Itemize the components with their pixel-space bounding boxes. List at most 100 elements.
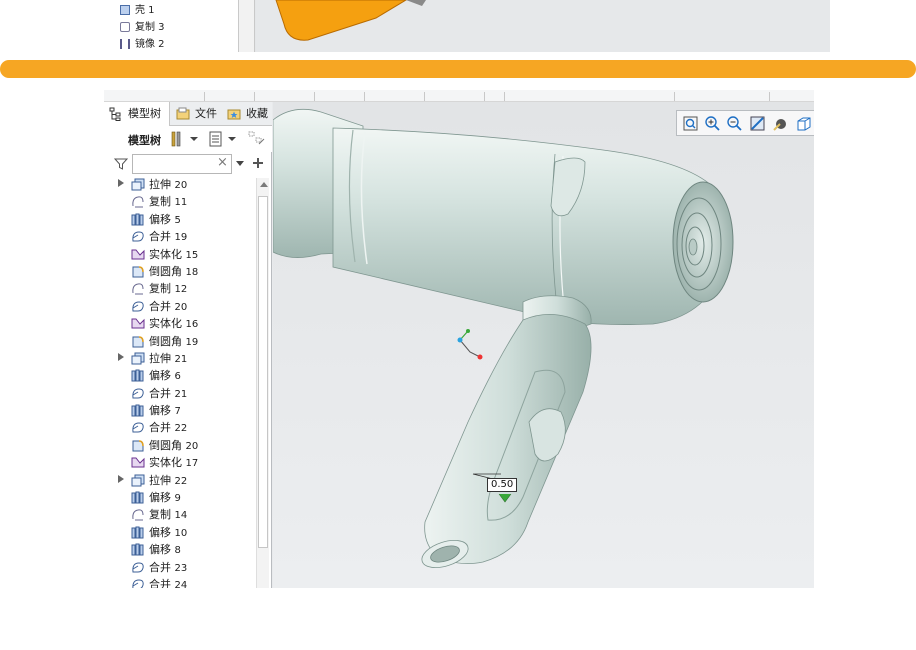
tree-item[interactable]: 复制 11 (104, 193, 256, 210)
tree-item[interactable]: 偏移 5 (104, 211, 256, 228)
tree-item[interactable]: 偏移 9 (104, 489, 256, 506)
expand-arrow-icon[interactable] (118, 179, 124, 187)
favorites-icon (227, 109, 241, 120)
extrude-icon (130, 473, 146, 488)
graphics-viewport[interactable]: 0.50 (273, 102, 814, 588)
tree-item[interactable]: 合并 24 (104, 576, 256, 588)
model-tree-toolbar: 模型树 (104, 126, 272, 152)
ribbon-edge (104, 90, 814, 102)
copy-icon (130, 194, 146, 209)
tree-item[interactable]: 实体化 16 (104, 315, 256, 332)
tree-item-label: 偏移 8 (149, 543, 181, 557)
tree-item[interactable]: 合并 19 (104, 228, 256, 245)
merge-icon (130, 420, 146, 435)
solidify-icon (130, 455, 146, 470)
tree-item[interactable]: 合并 21 (104, 385, 256, 402)
tree-item-label: 合并 20 (149, 299, 188, 313)
tree-item[interactable]: 拉伸 20 (104, 176, 256, 193)
top-tree-item[interactable]: 复制 3 (120, 18, 165, 33)
tree-item[interactable]: 偏移 10 (104, 524, 256, 541)
top-viewport[interactable] (256, 0, 830, 52)
merge-icon (130, 299, 146, 314)
tree-item[interactable]: 偏移 7 (104, 402, 256, 419)
tree-filter-icon[interactable] (247, 131, 267, 147)
hair-dryer-model (273, 108, 734, 569)
tree-item[interactable]: 合并 22 (104, 419, 256, 436)
tree-item-label: 偏移 9 (149, 491, 181, 505)
tree-item[interactable]: 倒圆角 19 (104, 333, 256, 350)
extrude-icon (130, 351, 146, 366)
cad-window: 模型树 文件 收藏 模型树 × 拉伸 20 复制 11 偏移 5 合并 19 实… (104, 90, 814, 588)
tab-favorites[interactable]: 收藏 (222, 102, 272, 126)
tree-scrollbar[interactable] (256, 178, 269, 588)
tree-item[interactable]: 拉伸 22 (104, 472, 256, 489)
offset-icon (130, 212, 146, 227)
merge-icon (130, 560, 146, 575)
tree-item-label: 合并 19 (149, 230, 188, 244)
tree-item-label: 实体化 17 (149, 456, 199, 470)
tree-item[interactable]: 复制 12 (104, 280, 256, 297)
tree-item[interactable]: 偏移 8 (104, 541, 256, 558)
round-icon (130, 264, 146, 279)
dimension-label[interactable]: 0.50 (487, 478, 518, 492)
chevron-down-icon[interactable] (235, 160, 245, 168)
copy-icon (120, 22, 130, 32)
top-tree-item[interactable]: 镜像 2 (120, 35, 165, 50)
tree-item-label: 合并 21 (149, 386, 188, 400)
round-icon (130, 334, 146, 349)
tree-item[interactable]: 实体化 15 (104, 246, 256, 263)
tree-item-label: 复制 12 (149, 282, 188, 296)
tree-item-label: 偏移 7 (149, 404, 181, 418)
tree-item-label: 复制 11 (149, 195, 188, 209)
tree-item-label: 拉伸 22 (149, 473, 188, 487)
panel-tabs: 模型树 文件 收藏 (104, 102, 272, 126)
settings-tools-icon[interactable] (170, 131, 200, 147)
tree-item[interactable]: 合并 20 (104, 298, 256, 315)
folder-icon (176, 107, 190, 120)
tree-item[interactable]: 复制 14 (104, 506, 256, 523)
tree-item[interactable]: 倒圆角 20 (104, 437, 256, 454)
feature-tree-list: 拉伸 20 复制 11 偏移 5 合并 19 实体化 15 倒圆角 18 复制 12 合并 2… (104, 176, 256, 588)
tree-item[interactable]: 实体化 17 (104, 454, 256, 471)
round-icon (130, 438, 146, 453)
scroll-up-icon[interactable] (260, 182, 268, 187)
solidify-icon (130, 247, 146, 262)
tab-files[interactable]: 文件 (171, 102, 221, 126)
tree-item-label: 偏移 5 (149, 212, 181, 226)
add-icon[interactable] (252, 157, 264, 169)
tree-item[interactable]: 倒圆角 18 (104, 263, 256, 280)
tree-item[interactable]: 偏移 6 (104, 367, 256, 384)
offset-icon (130, 490, 146, 505)
expand-arrow-icon[interactable] (118, 474, 124, 483)
merge-icon (130, 386, 146, 401)
tree-item-label: 倒圆角 20 (149, 438, 199, 452)
model-tree-panel: 模型树 文件 收藏 模型树 × 拉伸 20 复制 11 偏移 5 合并 19 实… (104, 102, 272, 588)
merge-icon (130, 229, 146, 244)
tab-model-tree[interactable]: 模型树 (104, 102, 170, 126)
tree-item-label: 偏移 6 (149, 369, 181, 383)
expand-arrow-icon[interactable] (118, 352, 124, 361)
show-menu-icon[interactable] (208, 131, 238, 147)
tree-item-label: 拉伸 20 (149, 178, 188, 191)
clear-search-icon[interactable]: × (217, 156, 228, 170)
divider-bar (0, 60, 916, 78)
scroll-thumb[interactable] (258, 196, 268, 548)
top-tree-item[interactable]: 壳 1 (120, 1, 155, 16)
tree-item-label: 合并 22 (149, 421, 188, 435)
top-model-tree: 壳 1 复制 3 镜像 2 (94, 0, 255, 52)
top-model-graphic (275, 0, 426, 41)
tree-icon (109, 107, 121, 121)
tree-item-label: 实体化 16 (149, 317, 199, 331)
shell-icon (120, 5, 130, 15)
tree-item[interactable]: 拉伸 21 (104, 350, 256, 367)
offset-icon (130, 403, 146, 418)
top-tree-scrollbar[interactable] (239, 0, 255, 52)
offset-icon (130, 542, 146, 557)
mirror-icon (120, 39, 130, 49)
tree-item-label: 合并 23 (149, 560, 188, 574)
extrude-icon (130, 177, 146, 192)
tree-item-label: 合并 24 (149, 577, 188, 588)
tree-item-label: 倒圆角 18 (149, 264, 199, 278)
tree-item[interactable]: 合并 23 (104, 559, 256, 576)
tree-item-label: 拉伸 21 (149, 351, 188, 365)
